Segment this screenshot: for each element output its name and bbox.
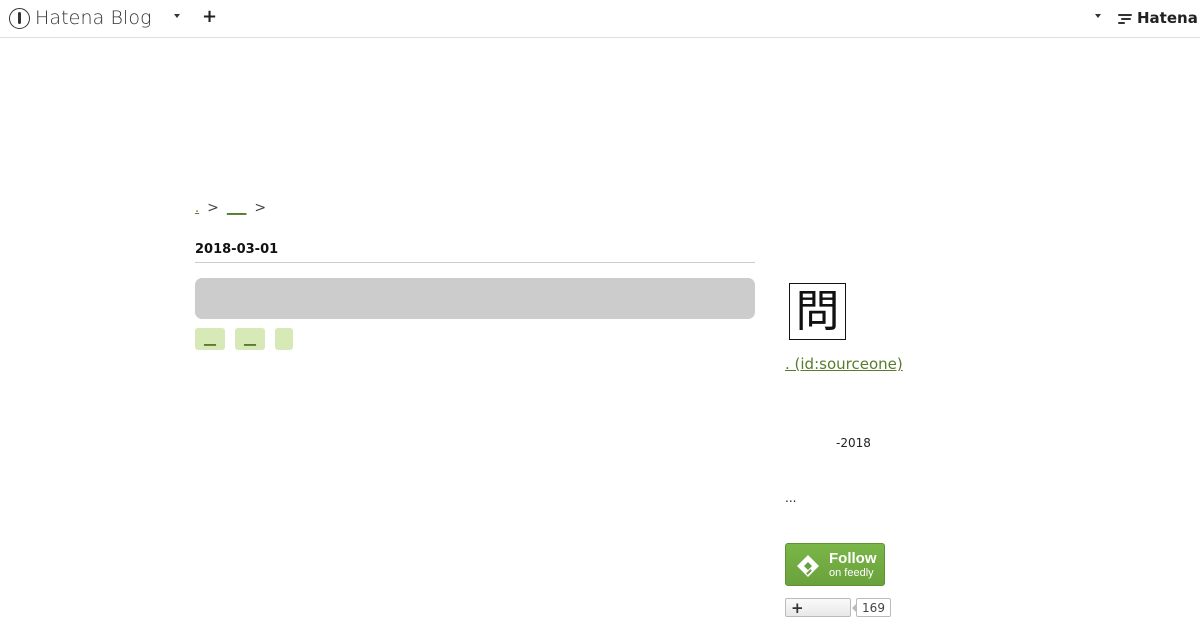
follow-on-feedly-button[interactable]: Follow on feedly [785, 543, 885, 586]
hatena-text: Hatena [1137, 9, 1198, 27]
subscribe-button[interactable]: + [785, 598, 851, 617]
entry-content-placeholder [195, 278, 755, 319]
feedly-icon [797, 555, 819, 577]
hatena-blog-logo[interactable]: Hatena Blog [9, 6, 152, 30]
breadcrumb-category-link[interactable]: ___ [227, 201, 247, 216]
plus-icon[interactable]: + [202, 7, 217, 27]
global-header: Hatena Blog + Hatena [0, 0, 1200, 38]
tag-link[interactable]: __ [235, 328, 265, 350]
entry-tags: __ __ [195, 328, 293, 350]
archive-year: -2018 [836, 436, 871, 450]
profile-description: ... [785, 491, 797, 505]
entry-date[interactable]: 2018-03-01 [195, 242, 755, 263]
brand-name: Hatena Blog [35, 7, 152, 29]
tag-link[interactable] [275, 328, 293, 350]
tag-link[interactable]: __ [195, 328, 225, 350]
feedly-follow-label: Follow [829, 550, 877, 567]
hatena-logo[interactable]: Hatena [1118, 9, 1198, 27]
feedly-sub-label: on feedly [829, 567, 874, 579]
user-menu-chevron-down-icon[interactable] [1095, 14, 1101, 18]
breadcrumb: . > ___ > [195, 200, 274, 216]
breadcrumb-separator: > [207, 200, 219, 216]
hatena-mark-icon [1118, 13, 1134, 24]
profile-avatar[interactable]: 問 [789, 283, 846, 340]
brand-menu-chevron-down-icon[interactable] [174, 14, 180, 18]
breadcrumb-separator: > [254, 200, 267, 216]
profile-id-link[interactable]: . (id:sourceone) [785, 355, 903, 373]
plus-icon: + [791, 599, 804, 617]
subscriber-count: 169 [852, 598, 891, 617]
breadcrumb-home-link[interactable]: . [195, 201, 199, 216]
hatena-blog-icon [9, 7, 30, 29]
